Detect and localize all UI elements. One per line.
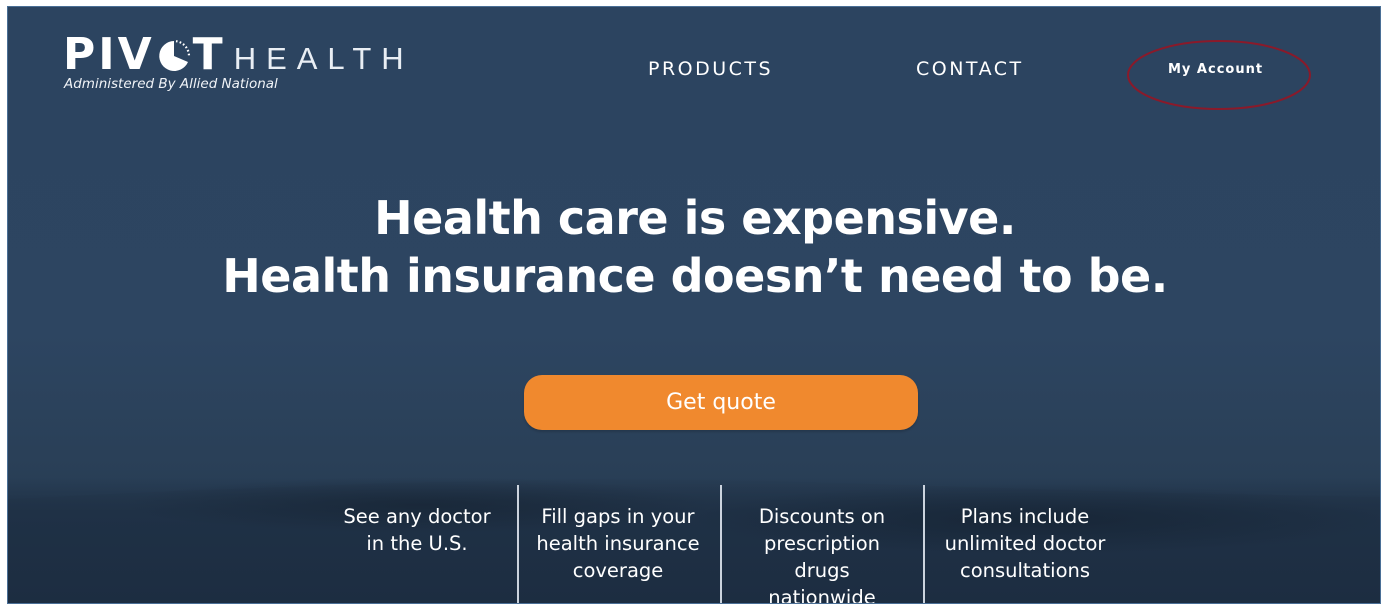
logo-health-text: HEALTH: [233, 41, 414, 76]
page: PIV T HEALTH Administered By Allied Nati…: [7, 6, 1381, 604]
logo-pivot-text: PIV T: [63, 29, 226, 80]
feature-line: nationwide: [768, 586, 876, 604]
o-pie-icon: [158, 40, 190, 71]
headline-line-1: Health care is expensive.: [374, 191, 1016, 245]
nav-products-link[interactable]: PRODUCTS: [648, 58, 773, 80]
headline-line-2: Health insurance doesn’t need to be.: [222, 249, 1168, 303]
logo[interactable]: PIV T HEALTH Administered By Allied Nati…: [63, 33, 414, 93]
feature-line: unlimited doctor: [944, 532, 1106, 555]
feature-line: health insurance: [536, 532, 700, 555]
feature-line: prescription: [763, 532, 880, 555]
feature-discounts: Discounts on prescription drugs nationwi…: [734, 503, 910, 604]
feature-line: consultations: [959, 559, 1091, 582]
feature-line: drugs: [794, 559, 850, 582]
get-quote-button[interactable]: Get quote: [524, 375, 918, 430]
feature-line: See any doctor: [343, 505, 491, 528]
feature-any-doctor: See any doctor in the U.S.: [328, 503, 506, 557]
feature-unlimited-consultations: Plans include unlimited doctor consultat…: [930, 503, 1120, 584]
feature-divider: [517, 485, 519, 603]
logo-wordmark: PIV T HEALTH: [63, 33, 414, 77]
my-account-link[interactable]: My Account: [1168, 62, 1263, 77]
logo-subtitle: Administered By Allied National: [64, 76, 278, 92]
feature-divider: [720, 485, 722, 603]
feature-line: Plans include: [960, 505, 1090, 528]
feature-line: coverage: [572, 559, 664, 582]
feature-line: Discounts on: [758, 505, 886, 528]
feature-fill-gaps: Fill gaps in your health insurance cover…: [525, 503, 711, 584]
nav-contact-link[interactable]: CONTACT: [916, 58, 1024, 80]
feature-divider: [923, 485, 925, 603]
feature-line: Fill gaps in your: [541, 505, 695, 528]
feature-line: in the U.S.: [366, 532, 468, 555]
